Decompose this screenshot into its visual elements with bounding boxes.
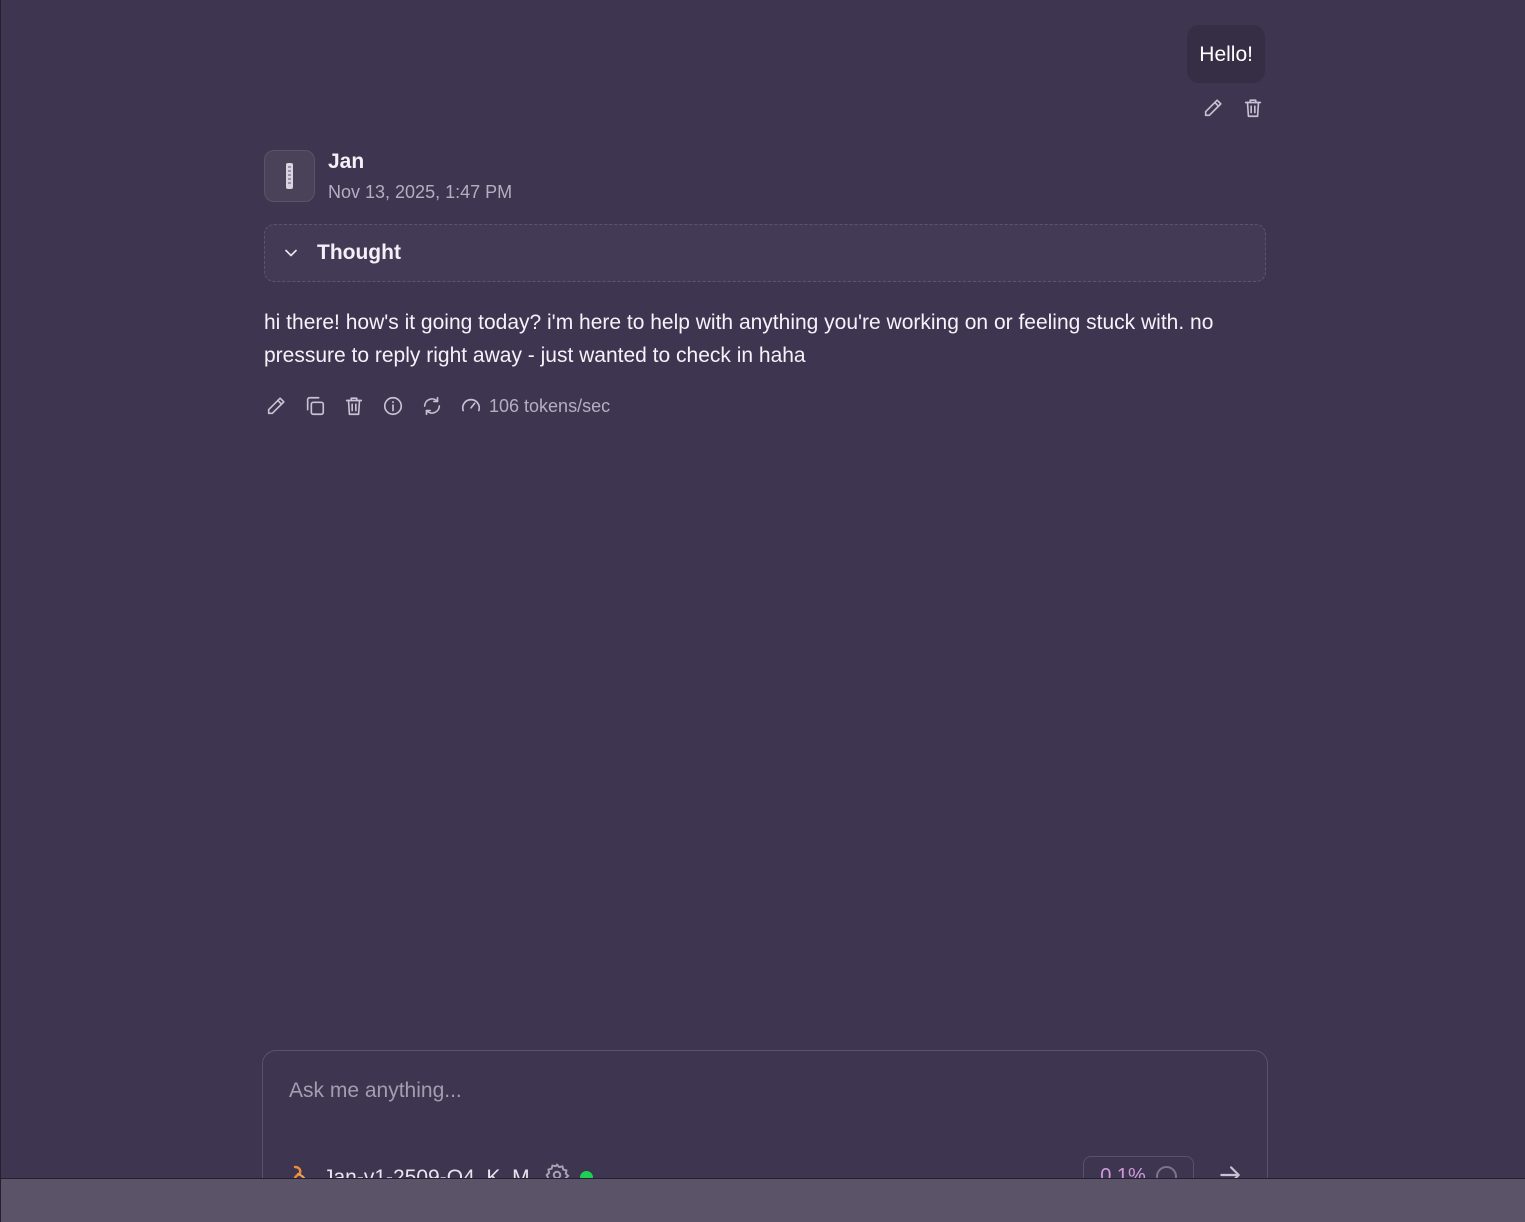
trash-icon bbox=[1244, 99, 1262, 118]
assistant-response: hi there! how's it going today? i'm here… bbox=[264, 311, 1214, 367]
edit-message-button[interactable] bbox=[1201, 96, 1225, 120]
trash-icon bbox=[345, 397, 363, 416]
thought-label: Thought bbox=[317, 241, 401, 264]
copy-response-button[interactable] bbox=[303, 394, 327, 418]
assistant-message-actions: 106 tokens/sec bbox=[264, 394, 610, 418]
avatar bbox=[264, 150, 315, 202]
tokens-per-second: 106 tokens/sec bbox=[489, 395, 611, 416]
gauge-icon bbox=[459, 394, 483, 418]
edit-response-button[interactable] bbox=[264, 394, 288, 418]
user-message-actions bbox=[1201, 96, 1265, 120]
chevron-down-icon bbox=[285, 249, 297, 257]
info-button[interactable] bbox=[381, 394, 405, 418]
delete-response-button[interactable] bbox=[342, 394, 366, 418]
user-message-text: Hello! bbox=[1199, 43, 1253, 66]
pencil-icon bbox=[1204, 99, 1222, 117]
thought-toggle[interactable]: Thought bbox=[264, 224, 1266, 282]
copy-icon bbox=[306, 396, 325, 416]
generation-speed: 106 tokens/sec bbox=[459, 394, 610, 418]
refresh-icon bbox=[423, 396, 441, 416]
delete-message-button[interactable] bbox=[1241, 96, 1265, 120]
info-icon bbox=[383, 396, 403, 416]
message-timestamp: Nov 13, 2025, 1:47 PM bbox=[328, 182, 513, 202]
assistant-header: Jan Nov 13, 2025, 1:47 PM bbox=[264, 150, 512, 203]
assistant-name: Jan bbox=[328, 150, 365, 173]
regenerate-button[interactable] bbox=[420, 394, 444, 418]
chat-input[interactable] bbox=[289, 1079, 1239, 1103]
window-bottom-bar bbox=[1, 1178, 1525, 1222]
chat-window: Hello! Jan Nov 13, 2025, 1:47 PM Thought… bbox=[0, 0, 1525, 1222]
user-message-bubble: Hello! bbox=[1187, 25, 1265, 83]
pencil-icon bbox=[267, 397, 285, 415]
